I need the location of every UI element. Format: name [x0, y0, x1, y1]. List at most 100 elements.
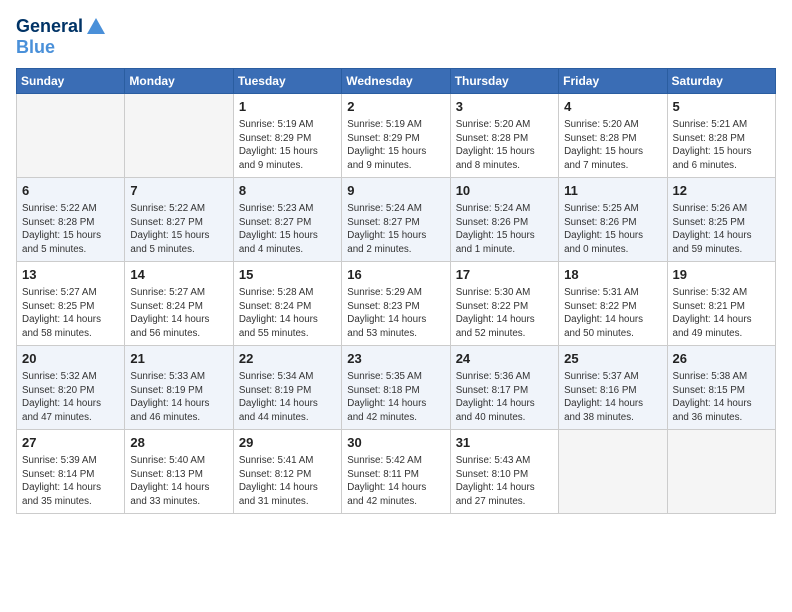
calendar-cell: 14Sunrise: 5:27 AM Sunset: 8:24 PM Dayli… — [125, 261, 233, 345]
day-number: 21 — [130, 350, 227, 368]
page-header: General Blue — [16, 16, 776, 58]
day-info: Sunrise: 5:28 AM Sunset: 8:24 PM Dayligh… — [239, 286, 336, 341]
day-info: Sunrise: 5:32 AM Sunset: 8:20 PM Dayligh… — [22, 370, 119, 425]
day-info: Sunrise: 5:21 AM Sunset: 8:28 PM Dayligh… — [673, 118, 770, 173]
day-info: Sunrise: 5:25 AM Sunset: 8:26 PM Dayligh… — [564, 202, 661, 257]
day-info: Sunrise: 5:27 AM Sunset: 8:25 PM Dayligh… — [22, 286, 119, 341]
calendar-cell: 26 Sunrise: 5:38 AM Sunset: 8:15 PM Dayli… — [667, 345, 775, 429]
calendar-cell: 28 Sunrise: 5:40 AM Sunset: 8:13 PM Dayli… — [125, 429, 233, 513]
calendar-cell: 9 Sunrise: 5:24 AM Sunset: 8:27 PM Daylig… — [342, 177, 450, 261]
day-info: Sunrise: 5:19 AM Sunset: 8:29 PM Dayligh… — [239, 118, 336, 173]
calendar-week-row: 1 Sunrise: 5:19 AM Sunset: 8:29 PM Daylig… — [17, 93, 776, 177]
day-number: 12 — [673, 182, 770, 200]
day-number: 25 — [564, 350, 661, 368]
calendar-week-row: 6 Sunrise: 5:22 AM Sunset: 8:28 PM Daylig… — [17, 177, 776, 261]
day-info: Sunrise: 5:42 AM Sunset: 8:11 PM Dayligh… — [347, 454, 444, 509]
calendar-cell: 19 Sunrise: 5:32 AM Sunset: 8:21 PM Dayli… — [667, 261, 775, 345]
day-info: Sunrise: 5:41 AM Sunset: 8:12 PM Dayligh… — [239, 454, 336, 509]
calendar-table: SundayMondayTuesdayWednesdayThursdayFrid… — [16, 68, 776, 514]
day-number: 10 — [456, 182, 553, 200]
day-number: 8 — [239, 182, 336, 200]
calendar-cell: 20 Sunrise: 5:32 AM Sunset: 8:20 PM Dayli… — [17, 345, 125, 429]
day-number: 2 — [347, 98, 444, 116]
calendar-cell: 3 Sunrise: 5:20 AM Sunset: 8:28 PM Daylig… — [450, 93, 558, 177]
day-number: 4 — [564, 98, 661, 116]
day-info: Sunrise: 5:22 AM Sunset: 8:28 PM Dayligh… — [22, 202, 119, 257]
calendar-cell: 1 Sunrise: 5:19 AM Sunset: 8:29 PM Daylig… — [233, 93, 341, 177]
col-header-sunday: Sunday — [17, 68, 125, 93]
day-number: 23 — [347, 350, 444, 368]
day-number: 6 — [22, 182, 119, 200]
day-number: 26 — [673, 350, 770, 368]
calendar-week-row: 20 Sunrise: 5:32 AM Sunset: 8:20 PM Dayli… — [17, 345, 776, 429]
col-header-wednesday: Wednesday — [342, 68, 450, 93]
day-number: 1 — [239, 98, 336, 116]
calendar-cell: 18 Sunrise: 5:31 AM Sunset: 8:22 PM Dayli… — [559, 261, 667, 345]
day-info: Sunrise: 5:40 AM Sunset: 8:13 PM Dayligh… — [130, 454, 227, 509]
day-info: Sunrise: 5:22 AM Sunset: 8:27 PM Dayligh… — [130, 202, 227, 257]
col-header-friday: Friday — [559, 68, 667, 93]
calendar-week-row: 13 Sunrise: 5:27 AM Sunset: 8:25 PM Dayli… — [17, 261, 776, 345]
calendar-cell — [125, 93, 233, 177]
calendar-cell: 30 Sunrise: 5:42 AM Sunset: 8:11 PM Dayli… — [342, 429, 450, 513]
calendar-cell: 31 Sunrise: 5:43 AM Sunset: 8:10 PM Dayli… — [450, 429, 558, 513]
calendar-cell: 5 Sunrise: 5:21 AM Sunset: 8:28 PM Daylig… — [667, 93, 775, 177]
calendar-cell: 27 Sunrise: 5:39 AM Sunset: 8:14 PM Dayli… — [17, 429, 125, 513]
calendar-week-row: 27 Sunrise: 5:39 AM Sunset: 8:14 PM Dayli… — [17, 429, 776, 513]
calendar-cell: 8 Sunrise: 5:23 AM Sunset: 8:27 PM Daylig… — [233, 177, 341, 261]
calendar-cell: 16 Sunrise: 5:29 AM Sunset: 8:23 PM Dayli… — [342, 261, 450, 345]
day-number: 20 — [22, 350, 119, 368]
col-header-monday: Monday — [125, 68, 233, 93]
day-number: 30 — [347, 434, 444, 452]
calendar-cell: 4 Sunrise: 5:20 AM Sunset: 8:28 PM Daylig… — [559, 93, 667, 177]
calendar-cell: 24Sunrise: 5:36 AM Sunset: 8:17 PM Dayli… — [450, 345, 558, 429]
day-number: 22 — [239, 350, 336, 368]
calendar-cell: 7 Sunrise: 5:22 AM Sunset: 8:27 PM Daylig… — [125, 177, 233, 261]
day-number: 9 — [347, 182, 444, 200]
calendar-cell — [667, 429, 775, 513]
day-number: 27 — [22, 434, 119, 452]
logo-text: General — [16, 16, 109, 38]
day-number: 5 — [673, 98, 770, 116]
day-info: Sunrise: 5:23 AM Sunset: 8:27 PM Dayligh… — [239, 202, 336, 257]
col-header-thursday: Thursday — [450, 68, 558, 93]
day-info: Sunrise: 5:35 AM Sunset: 8:18 PM Dayligh… — [347, 370, 444, 425]
calendar-cell: 15Sunrise: 5:28 AM Sunset: 8:24 PM Dayli… — [233, 261, 341, 345]
calendar-cell: 2Sunrise: 5:19 AM Sunset: 8:29 PM Daylig… — [342, 93, 450, 177]
calendar-cell: 6 Sunrise: 5:22 AM Sunset: 8:28 PM Daylig… — [17, 177, 125, 261]
day-info: Sunrise: 5:34 AM Sunset: 8:19 PM Dayligh… — [239, 370, 336, 425]
day-info: Sunrise: 5:43 AM Sunset: 8:10 PM Dayligh… — [456, 454, 553, 509]
day-info: Sunrise: 5:37 AM Sunset: 8:16 PM Dayligh… — [564, 370, 661, 425]
logo: General Blue — [16, 16, 109, 58]
day-info: Sunrise: 5:31 AM Sunset: 8:22 PM Dayligh… — [564, 286, 661, 341]
calendar-cell: 23 Sunrise: 5:35 AM Sunset: 8:18 PM Dayli… — [342, 345, 450, 429]
day-number: 13 — [22, 266, 119, 284]
day-info: Sunrise: 5:29 AM Sunset: 8:23 PM Dayligh… — [347, 286, 444, 341]
calendar-cell: 13 Sunrise: 5:27 AM Sunset: 8:25 PM Dayli… — [17, 261, 125, 345]
col-header-tuesday: Tuesday — [233, 68, 341, 93]
day-number: 7 — [130, 182, 227, 200]
day-number: 31 — [456, 434, 553, 452]
day-info: Sunrise: 5:20 AM Sunset: 8:28 PM Dayligh… — [564, 118, 661, 173]
day-number: 18 — [564, 266, 661, 284]
day-info: Sunrise: 5:38 AM Sunset: 8:15 PM Dayligh… — [673, 370, 770, 425]
day-info: Sunrise: 5:32 AM Sunset: 8:21 PM Dayligh… — [673, 286, 770, 341]
day-number: 28 — [130, 434, 227, 452]
day-info: Sunrise: 5:26 AM Sunset: 8:25 PM Dayligh… — [673, 202, 770, 257]
day-info: Sunrise: 5:39 AM Sunset: 8:14 PM Dayligh… — [22, 454, 119, 509]
day-info: Sunrise: 5:27 AM Sunset: 8:24 PM Dayligh… — [130, 286, 227, 341]
day-info: Sunrise: 5:24 AM Sunset: 8:27 PM Dayligh… — [347, 202, 444, 257]
day-number: 19 — [673, 266, 770, 284]
day-number: 3 — [456, 98, 553, 116]
logo-blue: Blue — [16, 38, 109, 58]
calendar-cell — [17, 93, 125, 177]
day-info: Sunrise: 5:33 AM Sunset: 8:19 PM Dayligh… — [130, 370, 227, 425]
day-info: Sunrise: 5:20 AM Sunset: 8:28 PM Dayligh… — [456, 118, 553, 173]
day-number: 24 — [456, 350, 553, 368]
day-number: 17 — [456, 266, 553, 284]
calendar-cell: 22 Sunrise: 5:34 AM Sunset: 8:19 PM Dayli… — [233, 345, 341, 429]
day-number: 11 — [564, 182, 661, 200]
day-number: 16 — [347, 266, 444, 284]
calendar-header-row: SundayMondayTuesdayWednesdayThursdayFrid… — [17, 68, 776, 93]
calendar-cell: 10Sunrise: 5:24 AM Sunset: 8:26 PM Dayli… — [450, 177, 558, 261]
